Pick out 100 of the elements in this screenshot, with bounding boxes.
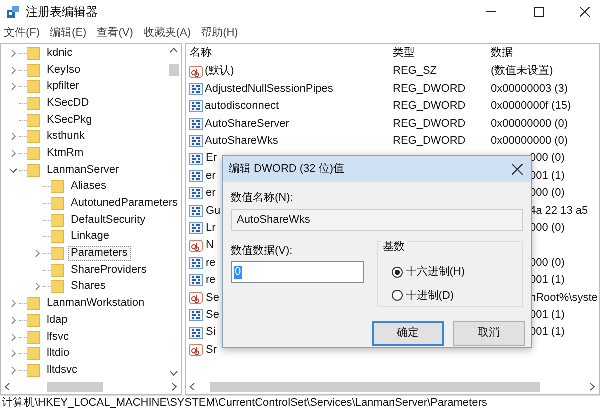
tree-item[interactable]: Shares: [68, 279, 109, 294]
expand-chevron-icon[interactable]: [33, 282, 42, 292]
scroll-left-icon: [189, 383, 195, 391]
value-name[interactable]: Si: [206, 324, 216, 341]
value-name[interactable]: Sr: [206, 342, 217, 358]
tree-item[interactable]: ldap: [44, 312, 71, 328]
dialog-button[interactable]: 确定: [372, 321, 444, 346]
menu-item[interactable]: 文件(F): [4, 24, 40, 42]
value-name[interactable]: AutoShareWks: [205, 133, 278, 150]
scrollbar-thumb[interactable]: [169, 64, 179, 76]
value-data: 0x00000003 (3): [490, 82, 570, 97]
value-data: 0x00000000 (0): [490, 116, 570, 132]
scrollbar-thumb[interactable]: [47, 382, 103, 392]
expand-chevron-icon[interactable]: [9, 66, 18, 75]
expand-chevron-icon[interactable]: [9, 132, 18, 142]
value-name[interactable]: Se: [206, 290, 220, 306]
expand-chevron-icon[interactable]: [9, 299, 18, 308]
value-data: (数值未设置): [490, 64, 554, 80]
value-name[interactable]: N: [206, 237, 214, 254]
radio-button[interactable]: [392, 290, 403, 302]
value-name[interactable]: AdjustedNullSessionPipes: [205, 80, 334, 98]
folder-icon: [27, 80, 40, 94]
menu-item[interactable]: 帮助(H): [201, 24, 238, 42]
binary-value-icon: [189, 309, 203, 322]
radio-option[interactable]: 十进制(D): [392, 288, 522, 304]
tree-item[interactable]: lfsvc: [44, 330, 72, 345]
tree-item[interactable]: kpfilter: [44, 79, 82, 94]
value-name-field[interactable]: AutoShareWks: [231, 209, 523, 231]
expand-chevron-icon[interactable]: [33, 249, 42, 258]
binary-value-icon: [189, 100, 203, 112]
value-name[interactable]: Lr: [206, 220, 216, 236]
binary-value-icon: [189, 83, 203, 96]
tree-item[interactable]: kdnic: [44, 46, 76, 61]
dialog-button[interactable]: 取消: [453, 321, 525, 346]
value-name[interactable]: re: [206, 254, 216, 272]
folder-icon: [27, 130, 40, 144]
value-name[interactable]: re: [206, 272, 216, 289]
value-name[interactable]: Se: [206, 306, 220, 324]
tree-item[interactable]: LanmanServer: [44, 162, 122, 178]
folder-icon: [27, 314, 40, 327]
scroll-down-icon: [170, 371, 178, 377]
value-type: REG_DWORD: [392, 134, 467, 149]
column-header[interactable]: 名称: [186, 45, 389, 62]
expand-chevron-icon[interactable]: [9, 349, 18, 358]
tree-item[interactable]: LanmanWorkstation: [44, 296, 148, 312]
scrollbar-thumb[interactable]: [210, 382, 540, 392]
tree-item[interactable]: DefaultSecurity: [68, 212, 149, 228]
folder-icon: [27, 364, 40, 377]
folder-icon: [51, 230, 64, 244]
folder-icon: [27, 330, 40, 344]
expand-chevron-icon[interactable]: [9, 148, 18, 158]
tree-item[interactable]: ksthunk: [44, 129, 88, 144]
window-title: 注册表编辑器: [26, 4, 98, 21]
value-type: REG_DWORD: [392, 116, 467, 132]
folder-icon: [51, 197, 64, 210]
expand-chevron-icon[interactable]: [9, 332, 18, 342]
value-name[interactable]: er: [206, 168, 216, 184]
close-icon[interactable]: [512, 164, 523, 174]
menu-item[interactable]: 编辑(E): [50, 24, 87, 42]
value-type: REG_DWORD: [392, 99, 467, 114]
binary-value-icon: [189, 118, 203, 130]
binary-value-icon: [189, 152, 203, 165]
dialog-title: 编辑 DWORD (32 位)值: [229, 162, 344, 177]
tree-item[interactable]: lltdio: [44, 346, 73, 362]
tree-item[interactable]: Aliases: [68, 179, 110, 194]
expand-chevron-icon[interactable]: [9, 366, 18, 375]
binary-value-icon: [189, 170, 203, 182]
value-name[interactable]: autodisconnect: [205, 98, 279, 115]
maximize-icon: [534, 7, 544, 17]
radio-option[interactable]: 十六进制(H): [392, 264, 522, 280]
collapse-chevron-icon[interactable]: [9, 166, 18, 175]
scroll-right-icon: [590, 383, 596, 391]
value-name[interactable]: Er: [206, 150, 217, 167]
tree-item[interactable]: KtmRm: [44, 146, 87, 161]
tree-item[interactable]: Parameters: [68, 246, 131, 262]
tree-item[interactable]: ShareProviders: [68, 262, 150, 278]
column-header[interactable]: 类型: [389, 45, 487, 62]
tree-item[interactable]: Linkage: [68, 229, 113, 244]
binary-value-icon: [189, 256, 203, 269]
value-data: 0x0000000f (15): [490, 99, 572, 114]
value-data: 0x00000000 (0): [490, 134, 570, 149]
value-name[interactable]: (默认): [205, 63, 234, 80]
tree-item[interactable]: lltdsvc: [44, 362, 81, 378]
folder-icon: [27, 146, 40, 160]
column-header[interactable]: 数据: [487, 45, 599, 62]
menu-item[interactable]: 收藏夹(A): [143, 24, 192, 42]
expand-chevron-icon[interactable]: [9, 316, 18, 325]
value-name[interactable]: AutoShareServer: [205, 116, 290, 132]
folder-icon: [27, 96, 40, 110]
expand-chevron-icon[interactable]: [9, 82, 18, 92]
value-name[interactable]: er: [206, 185, 216, 202]
tree-item[interactable]: KSecDD: [44, 96, 92, 111]
radio-button[interactable]: [392, 266, 403, 278]
value-name[interactable]: Gu: [206, 202, 221, 220]
tree-item[interactable]: AutotunedParameters: [68, 196, 181, 212]
tree-item[interactable]: KeyIso: [44, 62, 84, 78]
expand-chevron-icon[interactable]: [9, 48, 18, 58]
tree-item[interactable]: KSecPkg: [44, 112, 96, 128]
menu-item[interactable]: 查看(V): [96, 24, 134, 42]
status-bar: 计算机\HKEY_LOCAL_MACHINE\SYSTEM\CurrentControlSet\Services\LanmanServer\Parameters: [0, 395, 600, 410]
